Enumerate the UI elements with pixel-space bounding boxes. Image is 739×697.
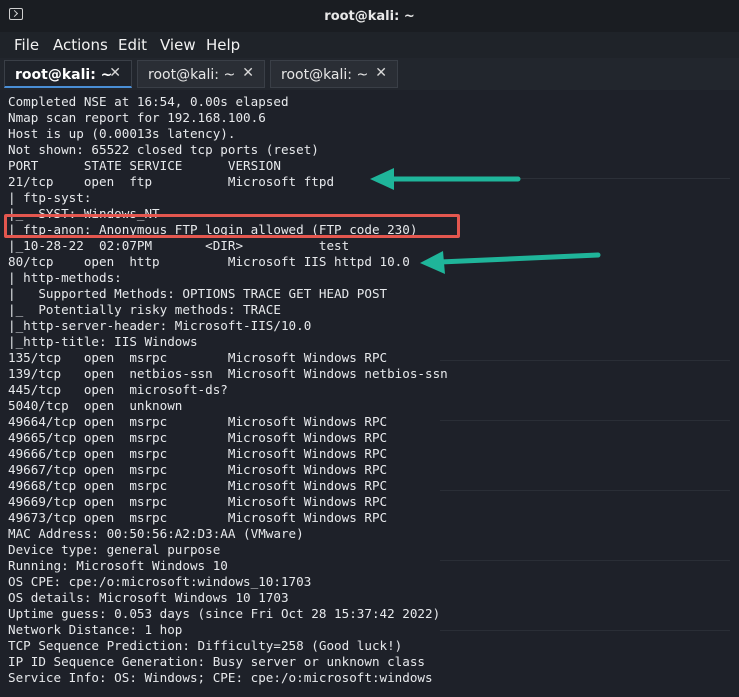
terminal-line: |_http-title: IIS Windows: [8, 334, 198, 349]
close-icon[interactable]: ✕: [242, 65, 254, 81]
terminal-line: IP ID Sequence Generation: Busy server o…: [8, 654, 426, 669]
background-divider: [440, 560, 730, 561]
terminal-line: Device type: general purpose: [8, 542, 221, 557]
menu-help[interactable]: Help: [206, 36, 240, 54]
terminal-line: 445/tcp open microsoft-ds?: [8, 382, 228, 397]
terminal-line: 49666/tcp open msrpc Microsoft Windows R…: [8, 446, 388, 461]
terminal-line: Uptime guess: 0.053 days (since Fri Oct …: [8, 606, 441, 621]
menu-actions[interactable]: Actions: [53, 36, 108, 54]
background-divider: [440, 490, 730, 491]
terminal-line: |_10-28-22 02:07PM <DIR> test: [8, 238, 350, 253]
close-icon[interactable]: ✕: [109, 65, 121, 81]
tab-label: root@kali: ~: [281, 67, 369, 83]
terminal-line: 49665/tcp open msrpc Microsoft Windows R…: [8, 430, 388, 445]
terminal-line: Running: Microsoft Windows 10: [8, 558, 228, 573]
menu-view[interactable]: View: [160, 36, 196, 54]
terminal-line: 139/tcp open netbios-ssn Microsoft Windo…: [8, 366, 448, 381]
arrow-ftpd-icon: [370, 168, 521, 190]
terminal-line: MAC Address: 00:50:56:A2:D3:AA (VMware): [8, 526, 304, 541]
tab-terminal-3[interactable]: root@kali: ~ ✕: [270, 60, 398, 88]
tab-terminal-2[interactable]: root@kali: ~ ✕: [137, 60, 265, 88]
window-title: root@kali: ~: [324, 9, 415, 24]
tab-label: root@kali: ~: [148, 67, 236, 83]
terminal-output[interactable]: Completed NSE at 16:54, 0.00s elapsed Nma…: [0, 90, 739, 697]
terminal-line: | Supported Methods: OPTIONS TRACE GET H…: [8, 286, 388, 301]
terminal-line: 49669/tcp open msrpc Microsoft Windows R…: [8, 494, 388, 509]
terminal-line: 49667/tcp open msrpc Microsoft Windows R…: [8, 462, 388, 477]
background-divider: [440, 360, 730, 361]
terminal-line: 5040/tcp open unknown: [8, 398, 183, 413]
terminal-line: Host is up (0.00013s latency).: [8, 126, 236, 141]
terminal-line: Not shown: 65522 closed tcp ports (reset…: [8, 142, 319, 157]
menu-file[interactable]: File: [14, 36, 39, 54]
terminal-line: 80/tcp open http Microsoft IIS httpd 10.…: [8, 254, 410, 269]
terminal-line: 135/tcp open msrpc Microsoft Windows RPC: [8, 350, 388, 365]
tab-bar: root@kali: ~ ✕ root@kali: ~ ✕ root@kali:…: [0, 58, 739, 90]
terminal-line: |_http-server-header: Microsoft-IIS/10.0: [8, 318, 312, 333]
ftp-anon-highlight-box: [4, 214, 460, 238]
terminal-line: 49668/tcp open msrpc Microsoft Windows R…: [8, 478, 388, 493]
terminal-line: |_ Potentially risky methods: TRACE: [8, 302, 281, 317]
terminal-line: | ftp-syst:: [8, 190, 92, 205]
menu-bar: File Actions Edit View Help: [0, 32, 739, 58]
terminal-line: Completed NSE at 16:54, 0.00s elapsed: [8, 94, 289, 109]
background-divider: [440, 420, 730, 421]
terminal-line: Network Distance: 1 hop: [8, 622, 183, 637]
tab-terminal-1[interactable]: root@kali: ~ ✕: [4, 60, 132, 88]
arrow-iis-icon: [420, 251, 601, 274]
terminal-line: 49673/tcp open msrpc Microsoft Windows R…: [8, 510, 388, 525]
terminal-line: | http-methods:: [8, 270, 122, 285]
terminal-line: OS CPE: cpe:/o:microsoft:windows_10:1703: [8, 574, 312, 589]
close-icon[interactable]: ✕: [375, 65, 387, 81]
tab-label: root@kali: ~: [15, 67, 113, 83]
terminal-line: Nmap scan report for 192.168.100.6: [8, 110, 266, 125]
window-titlebar: root@kali: ~: [0, 0, 739, 32]
terminal-line: Service Info: OS: Windows; CPE: cpe:/o:m…: [8, 670, 433, 685]
menu-edit[interactable]: Edit: [118, 36, 147, 54]
terminal-line: 49664/tcp open msrpc Microsoft Windows R…: [8, 414, 388, 429]
terminal-line: TCP Sequence Prediction: Difficulty=258 …: [8, 638, 403, 653]
background-divider: [440, 630, 730, 631]
terminal-line: OS details: Microsoft Windows 10 1703: [8, 590, 289, 605]
